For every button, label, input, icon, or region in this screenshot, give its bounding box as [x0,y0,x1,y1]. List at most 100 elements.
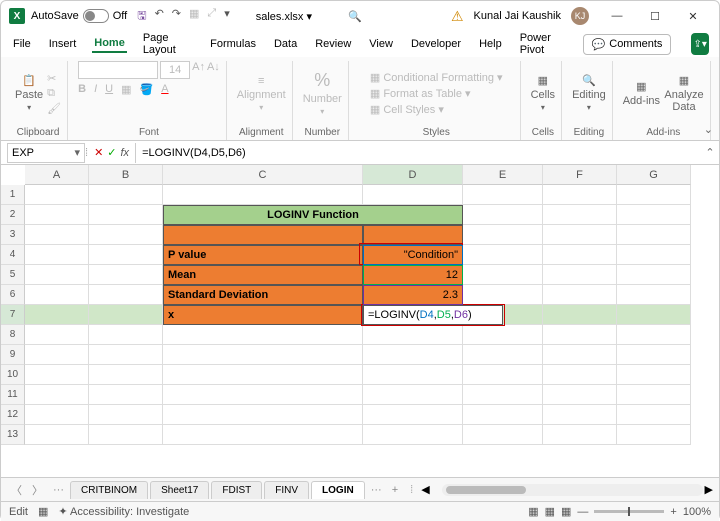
underline-button[interactable]: U [105,83,113,96]
font-size-input[interactable] [160,61,190,79]
tab-data[interactable]: Data [272,36,299,52]
zoom-slider[interactable] [594,510,664,513]
autosave-toggle[interactable]: AutoSave Off [31,9,127,23]
tab-view[interactable]: View [367,36,395,52]
row-header[interactable]: 12 [1,405,25,425]
comments-button[interactable]: 💬 Comments [583,34,672,55]
fill-color-icon[interactable]: 🪣 [139,83,153,96]
row-header[interactable]: 1 [1,185,25,205]
tab-insert[interactable]: Insert [47,36,79,52]
font-color-icon[interactable]: A [161,83,168,96]
number-button[interactable]: %Number▾ [303,70,342,116]
cell-label[interactable]: x [163,305,363,325]
tab-power-pivot[interactable]: Power Pivot [518,30,569,58]
worksheet[interactable]: A B C D E F G 1 2LOGINV Function 3 4P va… [1,165,719,477]
col-header[interactable]: A [25,165,89,185]
row-header[interactable]: 13 [1,425,25,445]
avatar[interactable]: KJ [571,7,589,25]
font-name-input[interactable] [78,61,158,79]
maximize-button[interactable]: ☐ [637,2,673,30]
qat-icon[interactable]: ▦ [189,7,199,26]
tab-page-layout[interactable]: Page Layout [141,30,194,58]
conditional-formatting-button[interactable]: ▦ Conditional Formatting ▾ [370,71,503,84]
save-icon[interactable]: 🖫 [137,7,146,26]
cell-value[interactable]: 12 [363,265,463,285]
cell-value[interactable]: 2.3 [363,285,463,305]
col-header[interactable]: B [89,165,163,185]
new-sheet-icon[interactable]: + [388,484,402,496]
cell[interactable] [163,225,363,245]
cell-styles-button[interactable]: ▦ Cell Styles ▾ [370,103,444,116]
editing-button[interactable]: 🔍Editing▾ [572,74,606,112]
alignment-button[interactable]: ≡Alignment▾ [237,75,286,112]
cell-value[interactable]: "Condition" [363,245,463,265]
expand-formula-bar-icon[interactable]: ⌃ [701,146,719,159]
more-sheets-icon[interactable]: ··· [49,484,68,496]
cancel-formula-icon[interactable]: ✕ [94,146,103,159]
italic-button[interactable]: I [94,83,97,96]
cell-label[interactable]: Mean [163,265,363,285]
collapse-ribbon-icon[interactable]: ⌄ [704,123,713,136]
col-header[interactable]: C [163,165,363,185]
fx-icon[interactable]: fx [121,147,130,159]
enter-formula-icon[interactable]: ✓ [107,146,116,159]
tab-file[interactable]: File [11,36,33,52]
tab-help[interactable]: Help [477,36,504,52]
zoom-in-icon[interactable]: + [670,506,676,518]
redo-icon[interactable]: ↷ [172,7,181,26]
share-button[interactable]: ⇪▾ [691,33,709,55]
stats-icon[interactable]: ▦ [38,505,48,518]
cell-label[interactable]: Standard Deviation [163,285,363,305]
chevron-down-icon[interactable]: ▾ [74,146,80,159]
row-header[interactable]: 7 [1,305,25,325]
qat-dropdown-icon[interactable]: ▾ [224,7,230,26]
sheet-tab[interactable]: FINV [264,481,309,499]
formula-bar[interactable]: =LOGINV(D4,D5,D6) [135,143,701,163]
accessibility-button[interactable]: ✦ Accessibility: Investigate [58,505,189,518]
cell-label[interactable]: P value [163,245,363,265]
row-header[interactable]: 9 [1,345,25,365]
search-icon[interactable]: 🔍 [348,10,362,23]
row-header[interactable]: 3 [1,225,25,245]
filename[interactable]: sales.xlsx ▾ [256,10,312,23]
analyze-data-button[interactable]: ▦Analyze Data [664,74,704,113]
tab-review[interactable]: Review [313,36,353,52]
cut-icon[interactable]: ✂ [47,72,61,85]
row-header[interactable]: 6 [1,285,25,305]
warning-icon[interactable]: ⚠ [451,8,464,25]
format-as-table-button[interactable]: ▦ Format as Table ▾ [370,87,471,100]
active-cell[interactable]: =LOGINV(D4,D5,D6) [363,305,503,325]
page-break-view-icon[interactable]: ▦ [561,505,571,518]
tab-home[interactable]: Home [92,35,127,53]
addins-button[interactable]: ▦Add-ins [623,80,660,107]
name-box[interactable]: EXP ▾ [7,143,85,163]
prev-sheet-icon[interactable]: 〈 [7,482,26,498]
col-header[interactable]: D [363,165,463,185]
col-header[interactable]: F [543,165,617,185]
horizontal-scrollbar[interactable] [442,484,703,496]
row-header[interactable]: 11 [1,385,25,405]
minimize-button[interactable]: — [599,2,635,30]
border-icon[interactable]: ▦ [121,83,131,96]
page-layout-view-icon[interactable]: ▦ [545,505,555,518]
bold-button[interactable]: B [78,83,86,96]
sheet-tab[interactable]: FDIST [211,481,262,499]
col-header[interactable]: E [463,165,543,185]
tab-formulas[interactable]: Formulas [208,36,258,52]
sheet-tab-active[interactable]: LOGIN [311,481,365,499]
row-header[interactable]: 8 [1,325,25,345]
col-header[interactable]: G [617,165,691,185]
qat-icon[interactable]: ⤢ [207,7,216,26]
cell[interactable] [363,225,463,245]
copy-icon[interactable]: ⧉ [47,87,61,100]
sheet-tab[interactable]: Sheet17 [150,481,209,499]
toggle-icon[interactable] [83,9,109,23]
row-header[interactable]: 4 [1,245,25,265]
more-sheets-icon[interactable]: ··· [367,484,386,496]
increase-font-icon[interactable]: A↑ [192,61,205,79]
sheet-tab[interactable]: CRITBINOM [70,481,148,499]
zoom-out-icon[interactable]: — [577,506,588,518]
paste-button[interactable]: 📋 Paste▾ [15,74,43,112]
normal-view-icon[interactable]: ▦ [528,505,538,518]
cells-button[interactable]: ▦Cells▾ [531,74,555,112]
